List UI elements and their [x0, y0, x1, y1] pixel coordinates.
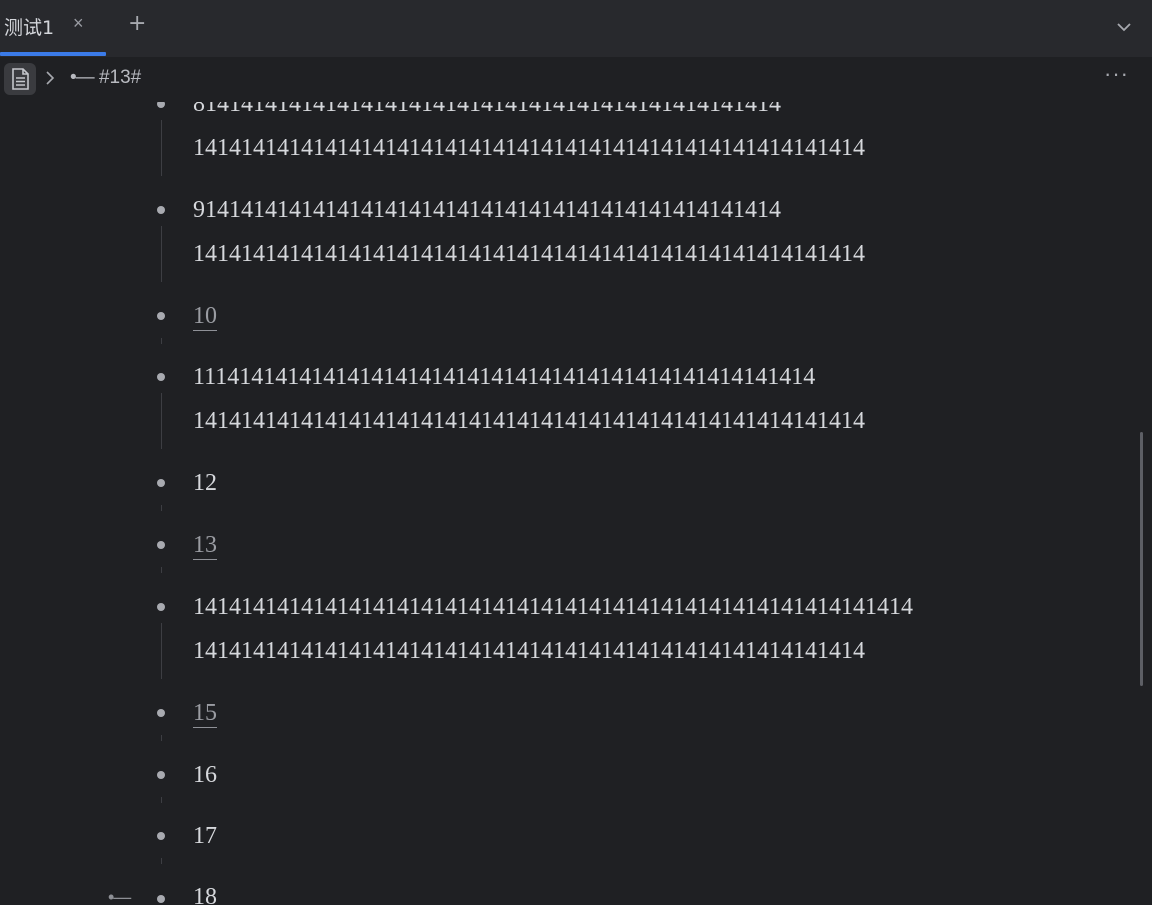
list-item: 1114141414141414141414141414141414141414…: [0, 363, 1100, 453]
list-item-icon: •—: [70, 67, 95, 88]
indent-guide: [161, 858, 162, 864]
block-text[interactable]: 1414141414141414141414141414141414141414…: [193, 637, 865, 665]
block-text[interactable]: 12: [193, 469, 217, 497]
tab-test1[interactable]: 测试1 ×: [0, 0, 106, 57]
breadcrumb-item[interactable]: •— #13#: [70, 67, 141, 89]
block-text[interactable]: 1414141414141414141414141414141414141414…: [193, 407, 865, 435]
bullet-icon[interactable]: [157, 541, 165, 549]
list-item: 13: [0, 531, 1100, 575]
close-icon[interactable]: ×: [73, 13, 84, 34]
indent-guide: [161, 338, 162, 344]
chevron-right-icon: [42, 69, 58, 87]
breadcrumb-label: #13#: [98, 67, 142, 88]
indent-guide: [161, 623, 162, 679]
list-item: 12: [0, 469, 1100, 513]
indent-guide: [161, 505, 162, 511]
indent-guide: [161, 797, 162, 803]
block-reference[interactable]: 10: [193, 302, 217, 331]
list-item: 9141414141414141414141414141414141414141…: [0, 196, 1100, 286]
indent-guide: [161, 393, 162, 449]
indent-guide: [161, 226, 162, 282]
list-item: •— 18: [0, 883, 1100, 905]
scrollbar[interactable]: [1140, 432, 1143, 686]
block-reference[interactable]: 13: [193, 531, 217, 560]
active-tab-indicator: [0, 52, 106, 56]
bullet-icon[interactable]: [157, 373, 165, 381]
breadcrumb: •— #13# ···: [0, 57, 1152, 102]
block-text[interactable]: 1414141414141414141414141414141414141414…: [193, 134, 865, 162]
list-item: 15: [0, 699, 1100, 743]
bullet-icon[interactable]: [157, 479, 165, 487]
add-tab-button[interactable]: +: [128, 11, 146, 36]
list-item: 17: [0, 822, 1100, 866]
list-item-icon[interactable]: •—: [108, 887, 131, 905]
block-text[interactable]: 18: [193, 883, 217, 905]
document-icon[interactable]: [4, 63, 36, 95]
block-text[interactable]: 1414141414141414141414141414141414141414…: [193, 240, 865, 268]
bullet-icon[interactable]: [157, 206, 165, 214]
block-text[interactable]: 17: [193, 822, 217, 850]
list-item: 10: [0, 302, 1100, 346]
list-item: 16: [0, 761, 1100, 805]
block-reference[interactable]: 15: [193, 699, 217, 728]
list-item: 8141414141414141414141414141414141414141…: [0, 102, 1100, 180]
tab-title: 测试1: [4, 17, 55, 39]
block-text[interactable]: 16: [193, 761, 217, 789]
indent-guide: [161, 735, 162, 741]
outline-content: 8141414141414141414141414141414141414141…: [0, 102, 1152, 905]
chevron-down-icon[interactable]: [1113, 16, 1135, 38]
indent-guide: [161, 120, 162, 176]
indent-guide: [161, 567, 162, 573]
list-item: 1414141414141414141414141414141414141414…: [0, 593, 1100, 683]
bullet-icon[interactable]: [157, 603, 165, 611]
bullet-icon[interactable]: [157, 709, 165, 717]
bullet-icon[interactable]: [157, 832, 165, 840]
tab-bar: 测试1 × +: [0, 0, 1152, 57]
block-text[interactable]: 8141414141414141414141414141414141414141…: [193, 102, 781, 118]
block-text[interactable]: 9141414141414141414141414141414141414141…: [193, 196, 781, 224]
bullet-icon[interactable]: [157, 312, 165, 320]
block-text[interactable]: 1414141414141414141414141414141414141414…: [193, 593, 913, 621]
bullet-icon[interactable]: [157, 102, 165, 108]
bullet-icon[interactable]: [157, 895, 165, 903]
more-options-button[interactable]: ···: [1104, 61, 1129, 87]
block-text[interactable]: 1114141414141414141414141414141414141414…: [193, 363, 815, 391]
bullet-icon[interactable]: [157, 771, 165, 779]
